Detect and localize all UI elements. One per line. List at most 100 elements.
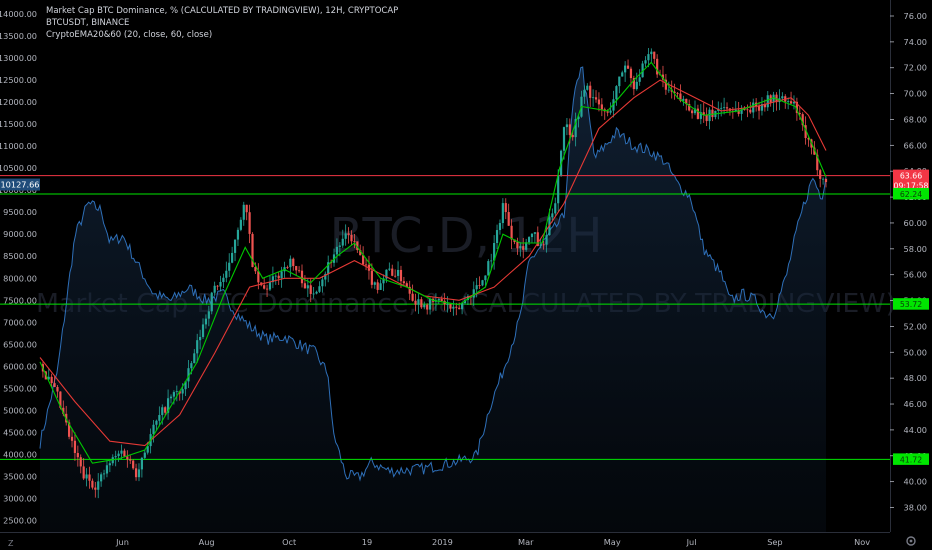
- candle-body: [819, 170, 822, 179]
- candle-body: [56, 386, 59, 392]
- right-axis-tick: 60.00: [904, 218, 927, 228]
- candle-body: [108, 463, 111, 466]
- candle-body: [437, 299, 440, 301]
- candle-body: [781, 96, 784, 99]
- left-axis-tick: 8000.00: [3, 273, 37, 283]
- candle-body: [423, 304, 426, 308]
- right-axis-tick: 76.00: [904, 11, 927, 21]
- candle-body: [402, 281, 405, 284]
- time-axis-tick: Oct: [282, 537, 297, 547]
- candle-body: [204, 318, 208, 325]
- candle-body: [193, 353, 196, 364]
- candle-body: [306, 285, 309, 289]
- candle-body: [70, 436, 74, 441]
- candle-body: [303, 283, 307, 289]
- candle-body: [723, 107, 726, 109]
- candle-body: [295, 266, 298, 271]
- time-axis-tick: Jul: [686, 537, 697, 547]
- legend-indicator[interactable]: CryptoEMA20&60 (20, close, 60, close): [46, 29, 398, 41]
- candle-body: [228, 262, 231, 271]
- time-axis-tick: May: [604, 537, 621, 547]
- left-axis-tick: 4000.00: [3, 449, 37, 459]
- candle-body: [720, 107, 723, 109]
- candle-body: [242, 204, 245, 220]
- candle-body: [481, 280, 484, 286]
- candle-body: [341, 238, 344, 246]
- candle-body: [647, 54, 650, 61]
- candle-body: [114, 456, 117, 458]
- candle-body: [568, 124, 571, 135]
- candle-body: [498, 223, 502, 231]
- left-axis-tick: 3500.00: [3, 471, 37, 481]
- candle-body: [373, 282, 376, 285]
- time-axis-tick: 2019: [432, 537, 453, 547]
- candle-body: [621, 72, 624, 77]
- candle-body: [100, 474, 103, 482]
- candle-body: [428, 298, 432, 310]
- left-axis-tick: 11500.00: [0, 119, 37, 129]
- candle-body: [248, 212, 251, 234]
- candle-body: [766, 95, 769, 108]
- candle-body: [635, 81, 638, 90]
- time-axis-tick: Aug: [199, 537, 215, 547]
- candle-body: [824, 178, 828, 183]
- candle-body: [592, 97, 595, 99]
- candle-body: [527, 237, 531, 243]
- candle-body: [504, 203, 507, 213]
- left-axis-tick: 3000.00: [3, 493, 37, 503]
- candle-body: [137, 469, 141, 478]
- candle-body: [458, 307, 461, 310]
- dominance-tag-label-4: 41.72: [900, 455, 922, 464]
- candle-body: [143, 452, 146, 458]
- left-axis-tick: 8500.00: [3, 251, 37, 261]
- time-axis-tick: Mar: [518, 537, 534, 547]
- legend-compare-series[interactable]: BTCUSDT, BINANCE: [46, 17, 398, 29]
- right-axis-tick: 58.00: [904, 244, 927, 254]
- candle-body: [312, 293, 315, 295]
- candle-body: [140, 457, 143, 470]
- right-axis-tick: 68.00: [904, 114, 927, 124]
- candle-body: [533, 232, 536, 234]
- candle-body: [338, 245, 341, 247]
- time-axis-tick: Sep: [767, 537, 782, 547]
- candle-body: [414, 300, 417, 305]
- candle-body: [495, 230, 499, 244]
- time-axis-tick: Jun: [115, 537, 129, 547]
- right-axis-tick: 72.00: [904, 63, 927, 73]
- candle-body: [344, 233, 347, 239]
- candle-body: [353, 241, 356, 243]
- right-axis-tick: 48.00: [904, 373, 927, 383]
- candle-body: [571, 134, 574, 138]
- legend-main-series[interactable]: Market Cap BTC Dominance, % (CALCULATED …: [46, 5, 398, 17]
- candle-body: [265, 288, 269, 290]
- candle-body: [667, 89, 670, 91]
- left-axis-tick: 5000.00: [3, 405, 37, 415]
- candle-body: [219, 281, 222, 287]
- candle-body: [507, 212, 510, 226]
- candle-body: [452, 306, 455, 309]
- candle-body: [274, 275, 277, 277]
- chart-legend: Market Cap BTC Dominance, % (CALCULATED …: [46, 5, 398, 41]
- candle-body: [522, 246, 525, 250]
- candle-body: [376, 282, 379, 290]
- candle-body: [411, 293, 414, 301]
- candle-body: [216, 285, 219, 287]
- zoom-reset-icon[interactable]: Z: [8, 539, 14, 548]
- candle-body: [207, 311, 210, 319]
- candle-body: [705, 114, 708, 122]
- candle-body: [190, 363, 193, 369]
- candle-body: [690, 110, 694, 114]
- candle-body: [97, 481, 100, 490]
- candle-body: [379, 283, 382, 290]
- left-axis-tick: 7500.00: [3, 295, 37, 305]
- right-axis-tick: 46.00: [904, 399, 927, 409]
- candle-body: [589, 85, 592, 98]
- candle-body: [175, 391, 178, 393]
- candle-body: [117, 453, 120, 457]
- left-axis-tick: 12500.00: [0, 75, 37, 85]
- candle-body: [682, 98, 685, 101]
- candle-body: [644, 60, 647, 64]
- dominance-tag-label-0: 63.66: [900, 172, 922, 181]
- candle-body: [53, 383, 56, 387]
- candle-body: [213, 285, 216, 293]
